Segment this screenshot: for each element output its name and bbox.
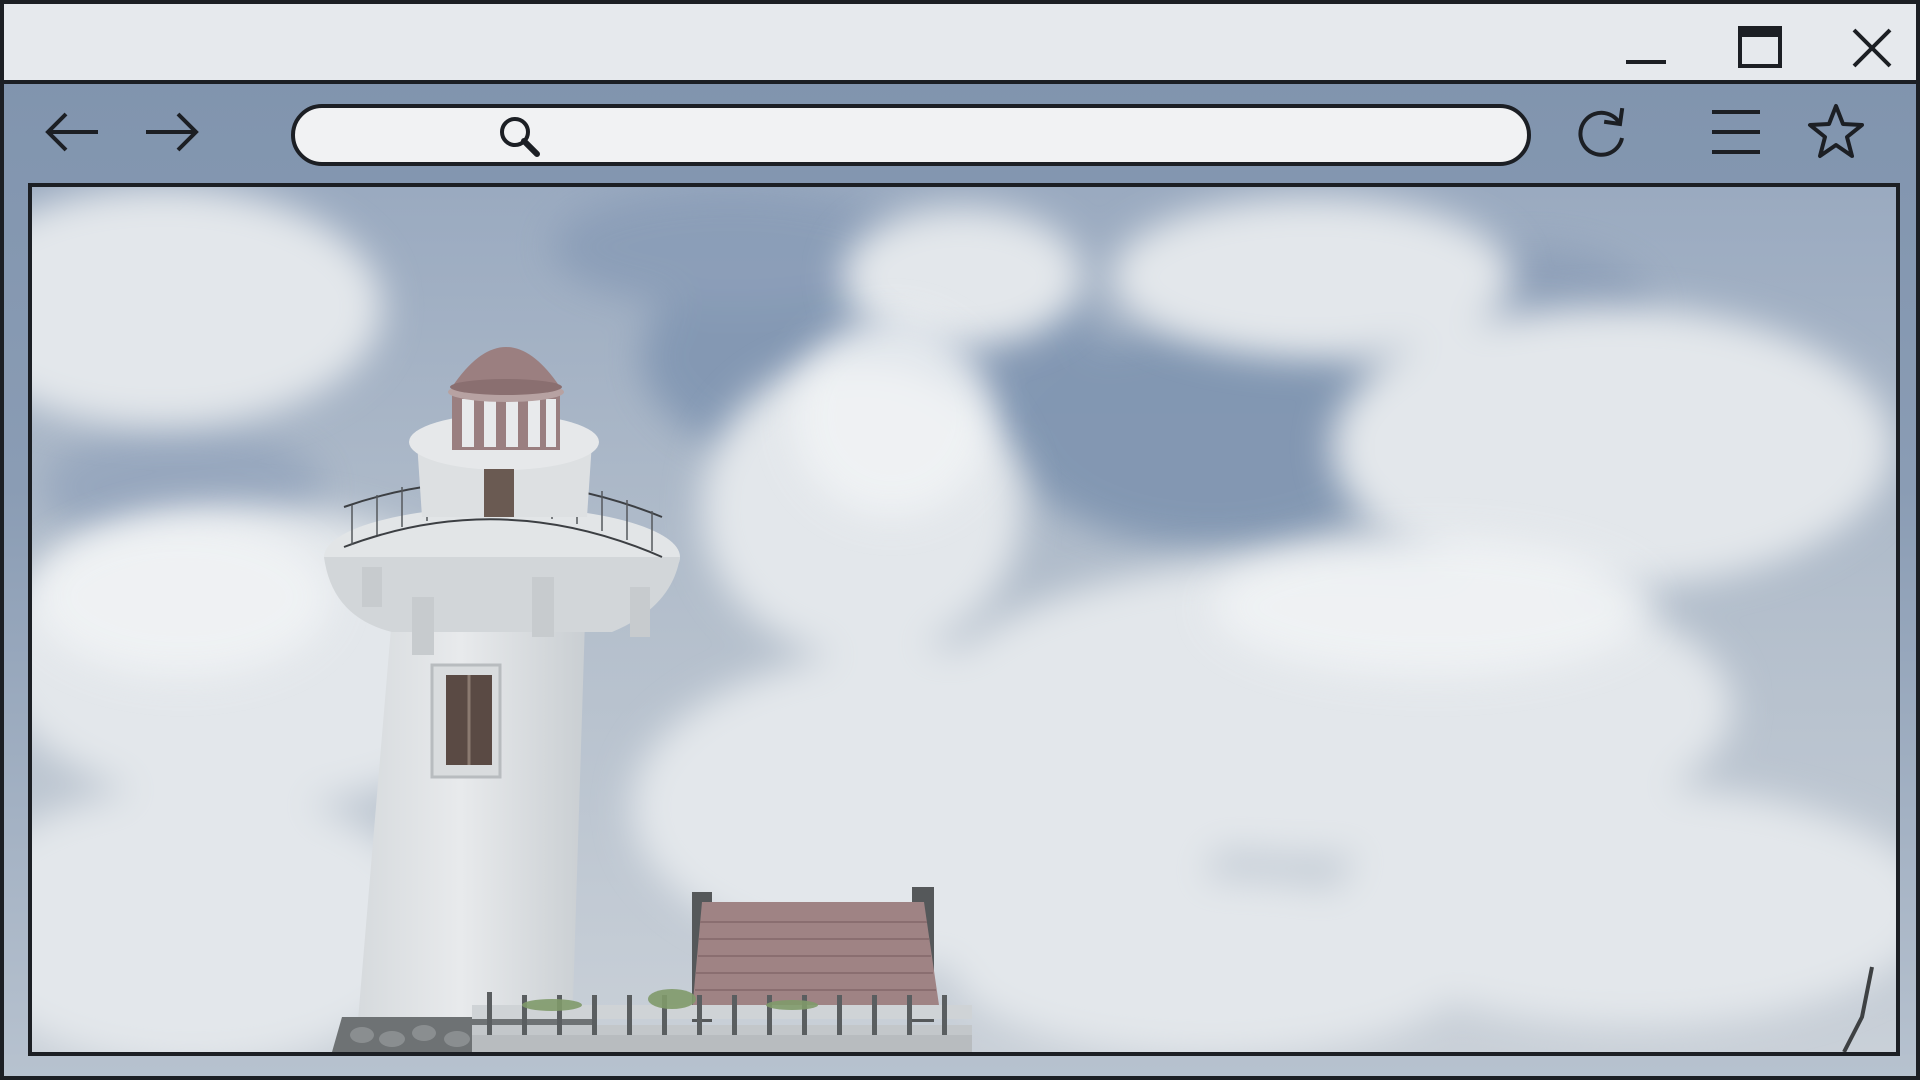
- url-input[interactable]: [557, 114, 1497, 158]
- minimize-button[interactable]: [1616, 18, 1676, 78]
- close-icon: [1852, 28, 1892, 68]
- maximize-icon: [1738, 26, 1782, 68]
- search-icon: [495, 112, 545, 162]
- bookmark-button[interactable]: [1804, 100, 1868, 164]
- reload-icon: [1578, 107, 1625, 157]
- address-bar[interactable]: [291, 104, 1531, 166]
- hamburger-menu-icon: [1712, 110, 1760, 154]
- maximize-button[interactable]: [1730, 18, 1790, 78]
- lighthouse-photo: [32, 187, 1896, 1052]
- navigation-toolbar: [4, 84, 1916, 180]
- menu-button[interactable]: [1704, 100, 1768, 164]
- minimize-icon: [1626, 60, 1666, 64]
- star-icon: [1808, 104, 1864, 158]
- arrow-left-icon: [45, 112, 98, 152]
- page-content: [28, 183, 1900, 1056]
- close-button[interactable]: [1842, 18, 1902, 78]
- arrow-right-icon: [146, 112, 199, 152]
- back-button[interactable]: [40, 100, 104, 164]
- title-bar: [4, 4, 1916, 84]
- forward-button[interactable]: [140, 100, 204, 164]
- browser-window: [0, 0, 1920, 1080]
- reload-button[interactable]: [1570, 100, 1634, 164]
